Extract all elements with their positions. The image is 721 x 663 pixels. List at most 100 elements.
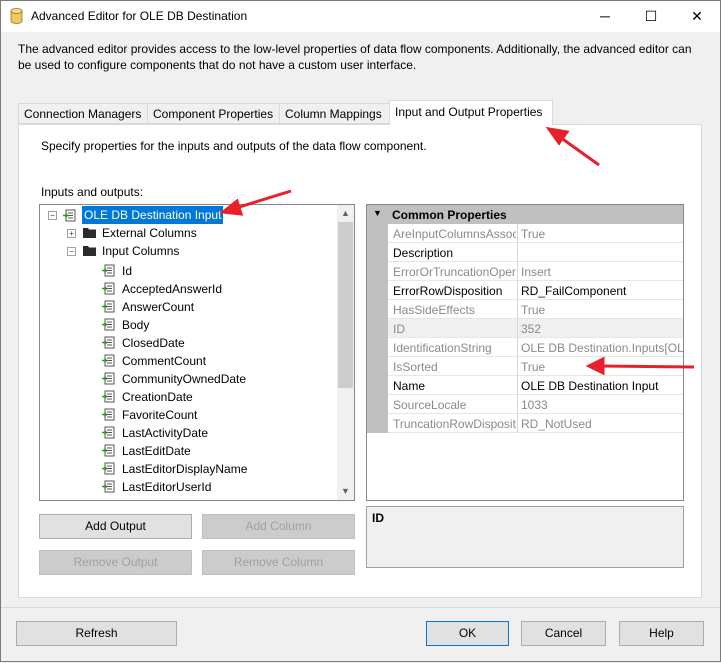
remove-column-button[interactable]: Remove Column bbox=[202, 550, 355, 575]
collapse-toggle[interactable]: − bbox=[48, 211, 57, 220]
property-name: ID bbox=[393, 322, 405, 336]
property-name: HasSideEffects bbox=[393, 303, 475, 317]
column-divider bbox=[517, 300, 518, 319]
minimize-icon: ─ bbox=[600, 8, 610, 24]
property-value: 352 bbox=[521, 322, 542, 336]
inputs-outputs-tree[interactable]: − OLE DB Destination Input + External Co… bbox=[39, 204, 355, 501]
tree-column-item[interactable]: LastActivityDate bbox=[122, 424, 208, 442]
collapse-category-icon[interactable]: ▼ bbox=[373, 208, 382, 218]
refresh-button[interactable]: Refresh bbox=[16, 621, 177, 646]
expand-toggle[interactable]: + bbox=[67, 229, 76, 238]
database-icon bbox=[10, 8, 23, 24]
row-margin bbox=[367, 243, 388, 262]
row-margin bbox=[367, 262, 388, 281]
property-grid[interactable]: ▼ Common Properties AreInputColumnsAssoc… bbox=[366, 204, 684, 501]
column-icon bbox=[102, 426, 115, 439]
tree-column-item[interactable]: LastEditDate bbox=[122, 442, 191, 460]
property-value: Insert bbox=[521, 265, 552, 279]
tree-column-item[interactable]: AnswerCount bbox=[122, 298, 194, 316]
panel-instruction: Specify properties for the inputs and ou… bbox=[41, 139, 427, 153]
column-divider bbox=[517, 338, 518, 357]
column-divider bbox=[517, 414, 518, 433]
property-name: Name bbox=[393, 379, 426, 393]
property-value: 1033 bbox=[521, 398, 548, 412]
column-icon bbox=[102, 480, 115, 493]
column-divider bbox=[517, 243, 518, 262]
scroll-up-icon[interactable]: ▲ bbox=[337, 205, 354, 222]
help-button[interactable]: Help bbox=[619, 621, 704, 646]
property-value: OLE DB Destination.Inputs[OLE bbox=[521, 341, 683, 355]
remove-output-button[interactable]: Remove Output bbox=[39, 550, 192, 575]
tree-input-columns[interactable]: Input Columns bbox=[102, 242, 179, 260]
tree-column-item[interactable]: FavoriteCount bbox=[122, 406, 197, 424]
folder-icon bbox=[83, 246, 96, 256]
tree-column-item[interactable]: ClosedDate bbox=[122, 334, 185, 352]
maximize-icon: ☐ bbox=[644, 8, 658, 24]
property-row[interactable]: AreInputColumnsAssoc True bbox=[367, 224, 683, 243]
tab-connection-managers[interactable]: Connection Managers bbox=[18, 103, 148, 124]
column-icon bbox=[102, 300, 115, 313]
add-column-button[interactable]: Add Column bbox=[202, 514, 355, 539]
property-row[interactable]: ErrorOrTruncationOpera Insert bbox=[367, 262, 683, 281]
add-output-button[interactable]: Add Output bbox=[39, 514, 192, 539]
column-icon bbox=[102, 264, 115, 277]
input-icon bbox=[63, 209, 76, 222]
editor-description: The advanced editor provides access to t… bbox=[18, 42, 692, 72]
property-value: True bbox=[521, 360, 546, 374]
scroll-thumb[interactable] bbox=[338, 222, 353, 388]
window-title: Advanced Editor for OLE DB Destination bbox=[31, 9, 248, 23]
property-row[interactable]: ID 352 bbox=[367, 319, 683, 338]
row-margin bbox=[367, 414, 388, 433]
tab-column-mappings[interactable]: Column Mappings bbox=[279, 103, 390, 124]
tree-external-columns[interactable]: External Columns bbox=[102, 224, 197, 242]
column-icon bbox=[102, 336, 115, 349]
tree-column-item[interactable]: CommentCount bbox=[122, 352, 206, 370]
scroll-down-icon[interactable]: ▼ bbox=[337, 483, 354, 500]
property-row[interactable]: Name OLE DB Destination Input bbox=[367, 376, 683, 395]
tab-label: Column Mappings bbox=[285, 107, 382, 121]
tree-column-item[interactable]: LastEditorUserId bbox=[122, 478, 211, 496]
cancel-button[interactable]: Cancel bbox=[521, 621, 606, 646]
tree-column-item[interactable]: CreationDate bbox=[122, 388, 193, 406]
row-margin bbox=[367, 281, 388, 300]
property-value[interactable]: RD_FailComponent bbox=[521, 284, 683, 298]
tree-column-item[interactable]: CommunityOwnedDate bbox=[122, 370, 246, 388]
ok-button[interactable]: OK bbox=[426, 621, 509, 646]
property-row[interactable]: TruncationRowDispositi RD_NotUsed bbox=[367, 414, 683, 433]
property-row[interactable]: ErrorRowDisposition RD_FailComponent bbox=[367, 281, 683, 300]
property-value[interactable]: OLE DB Destination Input bbox=[521, 379, 683, 393]
collapse-toggle[interactable]: − bbox=[67, 247, 76, 256]
tree-scrollbar[interactable]: ▲ ▼ bbox=[337, 205, 354, 500]
property-name: ErrorRowDisposition bbox=[393, 284, 503, 298]
tree-root-item[interactable]: OLE DB Destination Input bbox=[82, 206, 224, 224]
property-name: IdentificationString bbox=[393, 341, 492, 355]
advanced-editor-window: Advanced Editor for OLE DB Destination ─… bbox=[0, 0, 721, 662]
tab-label: Connection Managers bbox=[24, 107, 142, 121]
column-icon bbox=[102, 408, 115, 421]
property-name: SourceLocale bbox=[393, 398, 467, 412]
column-icon bbox=[102, 282, 115, 295]
tree-column-item[interactable]: Body bbox=[122, 316, 149, 334]
property-name: IsSorted bbox=[393, 360, 438, 374]
property-value: RD_NotUsed bbox=[521, 417, 592, 431]
column-divider bbox=[517, 395, 518, 414]
close-button[interactable]: ✕ bbox=[674, 1, 720, 32]
property-row[interactable]: HasSideEffects True bbox=[367, 300, 683, 319]
minimize-button[interactable]: ─ bbox=[582, 1, 628, 32]
property-row[interactable]: SourceLocale 1033 bbox=[367, 395, 683, 414]
tree-column-item[interactable]: AcceptedAnswerId bbox=[122, 280, 222, 298]
property-row[interactable]: IdentificationString OLE DB Destination.I… bbox=[367, 338, 683, 357]
property-row[interactable]: Description bbox=[367, 243, 683, 262]
column-divider bbox=[517, 376, 518, 395]
tab-component-properties[interactable]: Component Properties bbox=[147, 103, 280, 124]
property-category[interactable]: ▼ Common Properties bbox=[367, 205, 683, 224]
tree-column-item[interactable]: Id bbox=[122, 262, 132, 280]
maximize-button[interactable]: ☐ bbox=[628, 1, 674, 32]
tree-column-item[interactable]: LastEditorDisplayName bbox=[122, 460, 247, 478]
inputs-outputs-label: Inputs and outputs: bbox=[41, 185, 144, 199]
row-margin bbox=[367, 357, 388, 376]
tab-input-output-properties[interactable]: Input and Output Properties bbox=[389, 100, 553, 125]
title-bar[interactable]: Advanced Editor for OLE DB Destination ─… bbox=[1, 1, 720, 32]
column-icon bbox=[102, 372, 115, 385]
property-row[interactable]: IsSorted True bbox=[367, 357, 683, 376]
